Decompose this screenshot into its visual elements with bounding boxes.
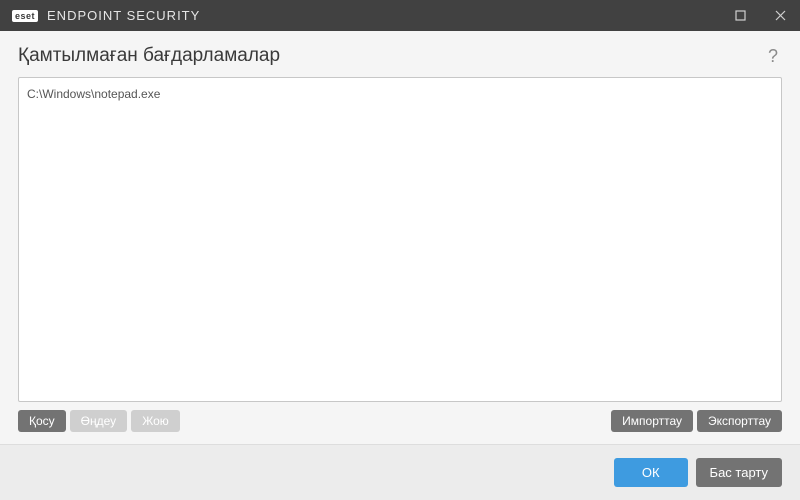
- brand-logo: eset: [12, 10, 39, 22]
- cancel-button[interactable]: Бас тарту: [696, 458, 782, 487]
- brand: eset ENDPOINT SECURITY: [12, 8, 200, 23]
- import-button[interactable]: Импорттау: [611, 410, 693, 432]
- maximize-icon: [735, 10, 746, 21]
- toolbar-left: Қосу Өңдеу Жою: [18, 410, 180, 432]
- page-title: Қамтылмаған бағдарламалар: [18, 45, 280, 67]
- toolbar: Қосу Өңдеу Жою Импорттау Экспорттау: [18, 410, 782, 432]
- footer: ОК Бас тарту: [0, 444, 800, 500]
- add-button[interactable]: Қосу: [18, 410, 66, 432]
- close-button[interactable]: [760, 0, 800, 31]
- brand-text: ENDPOINT SECURITY: [47, 8, 200, 23]
- edit-button[interactable]: Өңдеу: [70, 410, 128, 432]
- titlebar: eset ENDPOINT SECURITY: [0, 0, 800, 31]
- close-icon: [775, 10, 786, 21]
- toolbar-right: Импорттау Экспорттау: [611, 410, 782, 432]
- content: Қамтылмаған бағдарламалар ? C:\Windows\n…: [0, 31, 800, 444]
- maximize-button[interactable]: [720, 0, 760, 31]
- list-item[interactable]: C:\Windows\notepad.exe: [27, 84, 773, 104]
- header-row: Қамтылмаған бағдарламалар ?: [18, 45, 782, 67]
- brand-prefix: eset: [12, 10, 38, 22]
- ok-button[interactable]: ОК: [614, 458, 688, 487]
- window-controls: [720, 0, 800, 31]
- export-button[interactable]: Экспорттау: [697, 410, 782, 432]
- help-icon[interactable]: ?: [764, 46, 782, 67]
- excluded-apps-listbox[interactable]: C:\Windows\notepad.exe: [18, 77, 782, 402]
- delete-button[interactable]: Жою: [131, 410, 180, 432]
